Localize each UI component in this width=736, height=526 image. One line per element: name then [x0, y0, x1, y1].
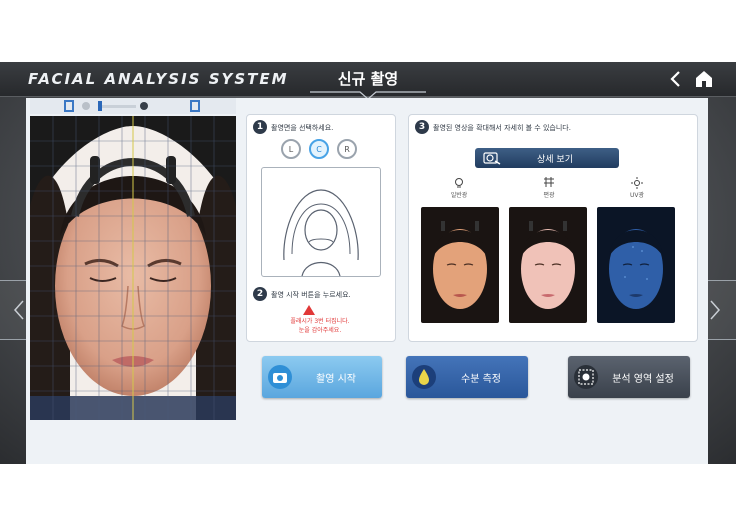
frame-right-icon[interactable] [190, 100, 200, 112]
main-stage: 1 촬영면을 선택하세요. L C R 2 촬영 시작 버튼을 누르세요. 플래… [26, 98, 708, 464]
step1-badge: 1 [253, 120, 267, 134]
chevron-right-icon [710, 300, 721, 320]
thumb-polarized-light[interactable] [509, 207, 587, 323]
detail-view-label: 상세 보기 [537, 155, 573, 165]
analysis-area-label: 분석 영역 설정 [612, 374, 674, 385]
home-icon [696, 71, 712, 87]
brightness-slider-track[interactable] [100, 105, 136, 108]
step2-instruction: 촬영 시작 버튼을 누르세요. [271, 291, 351, 299]
screen-title: 신규 촬영 [337, 70, 399, 88]
app-window: FACIAL ANALYSIS SYSTEM 신규 촬영 1 촬영면을 선택하세… [0, 62, 736, 464]
step1-instruction: 촬영면을 선택하세요. [271, 124, 334, 132]
brightness-low-icon [82, 102, 90, 110]
back-chevron-icon [670, 71, 680, 87]
home-button[interactable] [694, 69, 714, 89]
head-position-diagram [261, 167, 381, 277]
start-capture-label: 촬영 시작 [316, 374, 356, 385]
bulb-icon [455, 178, 463, 188]
mode-normal-label: 일반광 [450, 192, 468, 199]
mode-uv-label: UV광 [629, 192, 645, 199]
thumb-normal-light[interactable] [421, 207, 499, 323]
detail-view-button[interactable]: 상세 보기 [475, 148, 619, 168]
polarized-icon [544, 177, 554, 187]
direction-right-button[interactable]: R [337, 139, 357, 159]
mode-polarized: 편광 [519, 177, 579, 199]
direction-left-button[interactable]: L [281, 139, 301, 159]
head-outline-icon [283, 189, 359, 277]
flash-warning-line1: 플래시가 3번 터집니다. [290, 318, 350, 325]
mode-uv: UV광 [607, 177, 667, 199]
brightness-slider-thumb[interactable] [98, 101, 102, 111]
preview-toolbar [30, 98, 236, 114]
flash-warning-line2: 눈을 감아주세요. [298, 327, 342, 334]
back-button[interactable] [666, 68, 686, 90]
moisture-measure-label: 수분 측정 [461, 374, 501, 385]
brand-title: FACIAL ANALYSIS SYSTEM [28, 70, 289, 88]
camera-icon [268, 365, 292, 389]
start-capture-button[interactable]: 촬영 시작 [262, 356, 382, 398]
step3-instruction: 촬영된 영상을 확대해서 자세히 볼 수 있습니다. [433, 124, 571, 132]
magnifier-camera-icon [483, 152, 501, 165]
step1-panel: 1 촬영면을 선택하세요. L C R 2 촬영 시작 버튼을 누르세요. 플래… [246, 114, 396, 342]
thumb-uv-light[interactable] [597, 207, 675, 323]
face-normal-image [421, 207, 499, 323]
chevron-left-icon [13, 300, 24, 320]
step2-badge: 2 [253, 287, 267, 301]
camera-preview-panel [30, 98, 236, 420]
brightness-high-icon [140, 102, 148, 110]
face-uv-image [597, 207, 675, 323]
top-bar: FACIAL ANALYSIS SYSTEM 신규 촬영 [0, 62, 736, 100]
flash-warning: 플래시가 3번 터집니다. 눈을 감아주세요. [255, 317, 385, 335]
face-area-icon [574, 365, 598, 389]
warning-icon [303, 305, 315, 315]
live-camera-view[interactable] [30, 116, 236, 420]
water-drop-icon [412, 365, 436, 389]
direction-center-button[interactable]: C [309, 139, 329, 159]
mode-polarized-label: 편광 [543, 192, 555, 199]
analysis-area-button[interactable]: 분석 영역 설정 [568, 356, 690, 398]
step3-panel: 3 촬영된 영상을 확대해서 자세히 볼 수 있습니다. 상세 보기 일반광 편… [408, 114, 698, 342]
face-polarized-image [509, 207, 587, 323]
sun-icon [631, 177, 643, 189]
mode-normal: 일반광 [429, 177, 489, 199]
face-live-image [30, 116, 236, 420]
step3-badge: 3 [415, 120, 429, 134]
frame-left-icon[interactable] [64, 100, 74, 112]
moisture-measure-button[interactable]: 수분 측정 [406, 356, 528, 398]
